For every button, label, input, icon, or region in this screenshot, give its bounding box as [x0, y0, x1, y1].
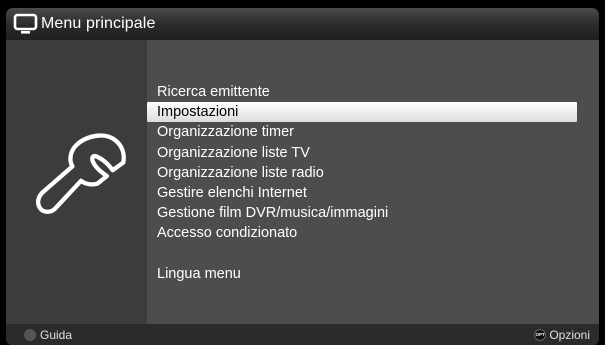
- menu-item[interactable]: Gestire elenchi Internet: [147, 183, 577, 203]
- tv-icon: [13, 13, 38, 34]
- side-panel: [6, 40, 147, 324]
- options-button[interactable]: OPT Opzioni: [534, 324, 590, 345]
- bottom-bar: Guida OPT Opzioni: [6, 324, 599, 345]
- menu-item[interactable]: Organizzazione timer: [147, 122, 577, 142]
- guide-label: Guida: [40, 327, 73, 342]
- wrench-icon: [35, 133, 126, 214]
- guide-button[interactable]: Guida: [24, 324, 72, 345]
- menu-item[interactable]: Gestione film DVR/musica/immagini: [147, 203, 577, 223]
- menu-spacer: [147, 244, 599, 264]
- grey-dot-icon: [24, 328, 36, 341]
- main-menu-list: Ricerca emittente Impostazioni Organizzazi…: [147, 82, 599, 284]
- menu-item[interactable]: Ricerca emittente: [147, 82, 577, 102]
- menu-item[interactable]: Lingua menu: [147, 264, 577, 284]
- menu-item[interactable]: Accesso condizionato: [147, 223, 577, 243]
- menu-item[interactable]: Organizzazione liste radio: [147, 163, 577, 183]
- menu-item[interactable]: Impostazioni: [147, 102, 577, 123]
- page-title: Menu principale: [41, 15, 156, 32]
- main-menu-screen: Menu principale Ricerca emittente Imposta…: [0, 0, 605, 345]
- menu-panel: Ricerca emittente Impostazioni Organizzazi…: [147, 40, 599, 324]
- options-label: Opzioni: [549, 327, 590, 342]
- opt-button-icon: OPT: [534, 328, 547, 341]
- menu-item[interactable]: Organizzazione liste TV: [147, 143, 577, 163]
- title-bar: Menu principale: [6, 8, 599, 40]
